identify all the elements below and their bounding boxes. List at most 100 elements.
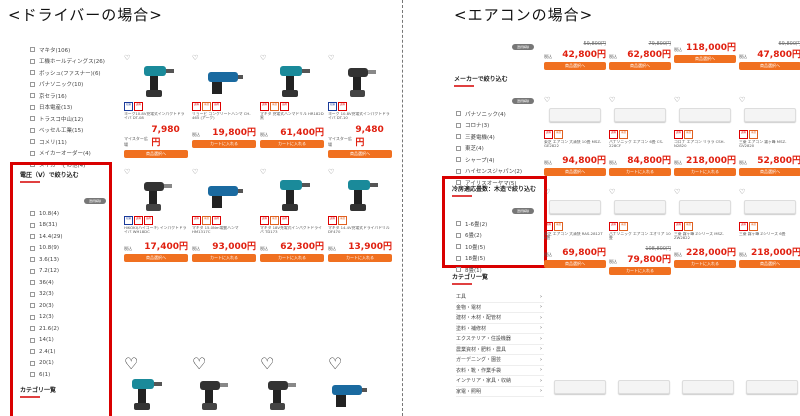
product-action-button[interactable]: 商品選択へ: [124, 254, 188, 262]
checkbox[interactable]: [30, 47, 35, 53]
heart-icon[interactable]: ♡: [328, 54, 334, 62]
product-name[interactable]: 東芝 エアコン 大清快 10畳 MSZ-GE2822: [544, 140, 606, 153]
checkbox[interactable]: [30, 150, 35, 156]
checkbox[interactable]: [30, 81, 35, 87]
filter-item[interactable]: パナソニック(10): [30, 79, 110, 91]
heart-icon[interactable]: ♡: [124, 168, 130, 176]
checkbox[interactable]: [456, 168, 461, 174]
checkbox[interactable]: [456, 111, 461, 117]
checkbox[interactable]: [456, 255, 461, 261]
clear-selection-button[interactable]: 選択解除: [512, 98, 534, 104]
checkbox[interactable]: [30, 337, 35, 343]
checkbox[interactable]: [30, 268, 35, 274]
heart-icon[interactable]: ♡: [674, 188, 680, 196]
clear-selection-button[interactable]: 選択解除: [512, 44, 534, 50]
product-name[interactable]: マキタ 18V充電式インパクトドライバ TD173: [260, 226, 324, 239]
filter-item[interactable]: 7.2(12): [30, 266, 100, 278]
heart-icon[interactable]: ♡: [124, 354, 138, 373]
select-product-button[interactable]: 商品選択へ: [674, 55, 736, 63]
product-name[interactable]: ヨーク10.8V充電式インパクトドライバ DT-08: [124, 112, 188, 125]
product-card[interactable]: ♡ 在庫 送料 出荷 HiKOKI(ハイコーキ) インパクトドライバ WH18DC 税込 1…: [124, 168, 188, 262]
heart-icon[interactable]: ♡: [328, 168, 334, 176]
checkbox[interactable]: [30, 314, 35, 320]
checkbox[interactable]: [30, 234, 35, 240]
product-action-button[interactable]: カートに入れる: [674, 168, 736, 176]
checkbox[interactable]: [30, 360, 35, 366]
product-name[interactable]: リョービ コンクリートハンマ CH-465 (アーク): [192, 112, 256, 125]
filter-item[interactable]: 12(3): [30, 312, 100, 324]
filter-item[interactable]: メイカーオーダー(4): [30, 148, 110, 160]
checkbox[interactable]: [456, 134, 461, 140]
checkbox[interactable]: [30, 139, 35, 145]
heart-icon[interactable]: ♡: [124, 54, 130, 62]
checkbox[interactable]: [30, 222, 35, 228]
product-name[interactable]: パナソニック エアコン 6畳 CS-228CF: [609, 140, 671, 153]
product-name[interactable]: 三菱 霧ヶ峰 Zシリーズ 6畳: [739, 232, 800, 245]
heart-icon[interactable]: ♡: [739, 96, 745, 104]
filter-item[interactable]: 14(1): [30, 335, 100, 347]
product-action-button[interactable]: 商品選択へ: [544, 168, 606, 176]
product-card-partial[interactable]: ♡: [124, 354, 180, 413]
category-item[interactable]: インテリア・家具・収納 ›: [456, 376, 544, 387]
filter-item[interactable]: 14.4(29): [30, 231, 100, 243]
checkbox[interactable]: [30, 127, 35, 133]
product-action-button[interactable]: 商品選択へ: [739, 168, 800, 176]
aircon-card[interactable]: ♡ 送料 当日 パナソニック エアコン 6畳 CS-228CF 税込 84,800円 カート…: [609, 96, 671, 176]
product-name[interactable]: マキタ 充電式ハンマドリル HR182D 黒: [260, 112, 324, 125]
product-card[interactable]: ♡ 送料 当日 出荷 マキタ 15.0Nm電動ハンマ HM1317C 税込 93,000円カ…: [192, 168, 256, 262]
filter-item[interactable]: コメリ(11): [30, 136, 110, 148]
category-item[interactable]: 衣料・靴・作業手袋 ›: [456, 366, 544, 376]
filter-item[interactable]: 10.8(9): [30, 243, 100, 255]
clear-selection-button[interactable]: 選択解除: [84, 198, 106, 204]
checkbox[interactable]: [30, 372, 35, 378]
filter-item[interactable]: 三菱電機(4): [456, 131, 546, 143]
filter-item[interactable]: コロナ(3): [456, 120, 546, 132]
checkbox[interactable]: [456, 232, 461, 238]
checkbox[interactable]: [30, 104, 35, 110]
filter-item[interactable]: 2.4(1): [30, 346, 100, 358]
product-action-button[interactable]: カートに入れる: [609, 168, 671, 176]
product-action-button[interactable]: 商品選択へ: [544, 260, 606, 268]
category-item[interactable]: エクステリア・住設機器 ›: [456, 334, 544, 345]
filter-item[interactable]: パナソニック(4): [456, 108, 546, 120]
category-item[interactable]: 金物・電材 ›: [456, 303, 544, 313]
product-name[interactable]: 東芝 エアコン 大清快 RAS-2812T 6畳: [544, 232, 606, 245]
category-item[interactable]: ガーデニング・園芸 ›: [456, 355, 544, 366]
select-product-button[interactable]: 商品選択へ: [609, 62, 671, 70]
checkbox[interactable]: [30, 280, 35, 286]
filter-item[interactable]: 工機ホールディングス(26): [30, 56, 110, 68]
category-item[interactable]: 家電・照明 ›: [456, 387, 544, 397]
product-name[interactable]: 三菱 霧ヶ峰 Zシリーズ MSZ-ZW2822: [674, 232, 736, 245]
heart-icon[interactable]: ♡: [544, 96, 550, 104]
checkbox[interactable]: [30, 245, 35, 251]
product-action-button[interactable]: 商品選択へ: [328, 150, 392, 158]
checkbox[interactable]: [30, 93, 35, 99]
product-action-button[interactable]: カートに入れる: [192, 140, 256, 148]
aircon-card[interactable]: ♡ 送料 当日 東芝 エアコン 大清快 10畳 MSZ-GE2822 税込 94,800円…: [544, 96, 606, 176]
checkbox[interactable]: [30, 257, 35, 263]
product-card[interactable]: ♡ 送料 当日 マキタ 14.4V充電式ドライバドリル DF470 税込 13,900円カ…: [328, 168, 392, 262]
heart-icon[interactable]: ♡: [609, 188, 615, 196]
heart-icon[interactable]: ♡: [192, 168, 198, 176]
checkbox[interactable]: [30, 291, 35, 297]
product-name[interactable]: マキタ 15.0Nm電動ハンマ HM1317C: [192, 226, 256, 239]
filter-item[interactable]: 20(1): [30, 358, 100, 370]
product-name[interactable]: パナソニック エアコン エオリア 10畳: [609, 232, 671, 245]
product-action-button[interactable]: カートに入れる: [192, 254, 256, 262]
product-card[interactable]: ♡ 在庫 送料 ヨーク 10.8V充電式インパクトドライバ DT-10 マイスター広場 9…: [328, 54, 392, 158]
filter-item[interactable]: 6(1): [30, 369, 100, 381]
product-name[interactable]: ヨーク 10.8V充電式インパクトドライバ DT-10: [328, 112, 392, 125]
aircon-card[interactable]: ♡ 送料 当日 パナソニック エアコン エオリア 10畳 税込 108,800円 79,80…: [609, 188, 671, 275]
heart-icon[interactable]: ♡: [609, 96, 615, 104]
category-item[interactable]: 塗料・補修材 ›: [456, 324, 544, 334]
select-product-button[interactable]: 商品選択へ: [544, 62, 606, 70]
heart-icon[interactable]: ♡: [544, 188, 550, 196]
filter-item[interactable]: 京セラ(16): [30, 90, 110, 102]
category-item[interactable]: 農業資材・肥料・農具 ›: [456, 345, 544, 355]
product-card[interactable]: ♡ 送料 当日 出荷 マキタ 充電式ハンマドリル HR182D 黒税込 61,400円 カー…: [260, 54, 324, 158]
aircon-card[interactable]: ♡ 送料 当日 三菱 霧ヶ峰 Zシリーズ 6畳 税込 218,000円 商品選択へ: [739, 188, 800, 275]
product-action-button[interactable]: 商品選択へ: [124, 150, 188, 158]
filter-item[interactable]: 10畳(5): [456, 241, 536, 253]
aircon-card[interactable]: ♡ 送料 当日 三菱 エアコン 霧ヶ峰 MSZ-GV2820 税込 52,800円 商品選択…: [739, 96, 800, 176]
aircon-card[interactable]: ♡ 送料 当日 三菱 霧ヶ峰 Zシリーズ MSZ-ZW2822 税込 228,000円 カー…: [674, 188, 736, 275]
